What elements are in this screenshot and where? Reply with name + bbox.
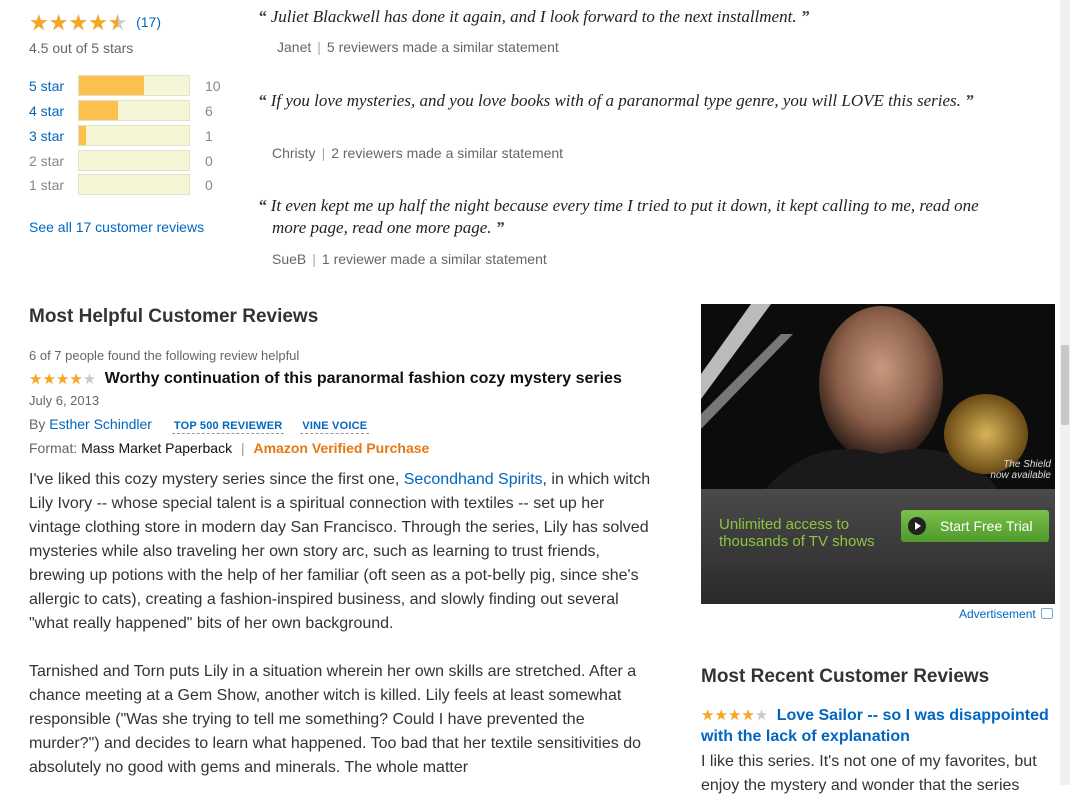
review-format-row: Format: Mass Market Paperback | Amazon V… [29,440,429,456]
similar-statement-link[interactable]: 5 reviewers made a similar statement [327,39,559,55]
histogram-row-4[interactable]: 4 star 6 [29,100,229,122]
review-quote: “ If you love mysteries, and you love bo… [258,90,1007,112]
review-rating-stars[interactable]: ★★★★★★★★★★ [29,372,96,387]
see-all-reviews-link[interactable]: See all 17 customer reviews [29,219,204,235]
quote-text: It even kept me up half the night becaus… [270,196,979,237]
ad-show-caption: The Shield now available [990,459,1051,481]
helpful-vote-count: 6 of 7 people found the following review… [29,348,300,363]
close-quote-icon: ” [965,91,974,110]
review-paragraph: Tarnished and Torn puts Lily in a situat… [29,663,641,776]
top-reviewer-badge[interactable]: TOP 500 REVIEWER [171,419,285,434]
review-title-row: ★★★★★★★★★★ Worthy continuation of this p… [29,370,622,389]
start-free-trial-label: Start Free Trial [940,518,1033,534]
histogram-bar[interactable] [78,125,190,146]
review-quote: “ Juliet Blackwell has done it again, an… [258,6,998,28]
scrollbar-thumb[interactable] [1061,345,1069,425]
page-scrollbar[interactable] [1060,0,1070,785]
quote-meta: SueB | 1 reviewer made a similar statement [272,251,547,267]
rating-summary: ★★★★★★★★★★ (17) [29,12,161,35]
quote-meta: Janet | 5 reviewers made a similar stateme… [277,39,559,55]
review-date: July 6, 2013 [29,393,100,408]
quote-text: If you love mysteries, and you love book… [270,91,961,110]
close-quote-icon: ” [800,7,810,26]
advertisement-feedback-link[interactable]: Advertisement [959,607,1054,621]
histogram-row-3[interactable]: 3 star 1 [29,125,229,147]
histogram-fill [79,126,86,145]
ad-tagline: Unlimited access to thousands of TV show… [719,516,875,550]
review-author-row: By Esther Schindler TOP 500 REVIEWER VIN… [29,416,370,434]
histogram-label: 2 star [29,153,65,169]
histogram-label[interactable]: 3 star [29,128,64,144]
histogram-count: 6 [205,103,213,119]
review-title-link[interactable]: Worthy continuation of this paranormal f… [105,370,622,387]
quote-author: Christy [272,145,316,161]
ad-show-title: The Shield [1003,459,1051,470]
by-label: By [29,416,46,432]
histogram-count: 1 [205,128,213,144]
histogram-count: 10 [205,78,221,94]
histogram-count: 0 [205,153,213,169]
histogram-label[interactable]: 5 star [29,78,64,94]
review-text: , in which witch Lily Ivory -- whose spe… [29,471,651,632]
advertisement-label: Advertisement [959,607,1036,621]
review-count-link[interactable]: (17) [136,14,161,30]
histogram-label: 1 star [29,177,65,193]
histogram-bar [78,174,190,195]
open-quote-icon: “ [258,91,267,110]
histogram-bar [78,150,190,171]
format-label: Format: [29,440,78,456]
histogram-count: 0 [205,177,213,193]
format-value: Mass Market Paperback [81,440,233,456]
review-paragraph: I've liked this cozy mystery series sinc… [29,468,659,636]
histogram-bar[interactable] [78,75,190,96]
histogram-row-1: 1 star 0 [29,174,229,196]
open-quote-icon: “ [258,7,267,26]
open-quote-icon: “ [258,196,267,215]
histogram-label[interactable]: 4 star [29,103,64,119]
ad-show-availability: now available [990,470,1051,481]
feedback-bubble-icon [1041,608,1054,619]
histogram-row-5[interactable]: 5 star 10 [29,75,229,97]
histogram-bar[interactable] [78,100,190,121]
quote-text: Juliet Blackwell has done it again, and … [270,7,797,26]
recent-review-stars[interactable]: ★★★★★★★★★★ [701,708,768,723]
reviewer-name-link[interactable]: Esther Schindler [49,416,152,432]
quote-author: Janet [277,39,312,55]
quote-meta: Christy | 2 reviewers made a similar state… [272,145,564,161]
ad-artwork [701,304,1055,604]
recent-review-title-row: ★★★★★★★★★★ Love Sailor -- so I was disap… [701,705,1061,747]
review-body: I've liked this cozy mystery series sinc… [29,468,659,804]
close-quote-icon: ” [495,218,505,237]
rating-text: 4.5 out of 5 stars [29,40,134,56]
advertisement-banner[interactable]: The Shield now available Unlimited acces… [701,304,1055,604]
average-rating-stars[interactable]: ★★★★★★★★★★ [29,12,128,34]
most-helpful-heading: Most Helpful Customer Reviews [29,306,319,327]
histogram-row-2: 2 star 0 [29,150,229,172]
similar-statement-link[interactable]: 1 reviewer made a similar statement [322,251,547,267]
histogram-fill [79,76,144,95]
similar-statement-link[interactable]: 2 reviewers made a similar statement [331,145,563,161]
book-link[interactable]: Secondhand Spirits [404,471,543,488]
recent-review-snippet: I like this series. It's not one of my f… [701,753,1037,794]
play-icon [908,517,926,535]
most-recent-heading: Most Recent Customer Reviews [701,666,990,687]
separator: | [240,440,245,456]
review-quote: “ It even kept me up half the night beca… [258,195,1007,239]
vine-voice-badge[interactable]: VINE VOICE [300,419,370,434]
verified-purchase-badge: Amazon Verified Purchase [253,440,430,456]
start-free-trial-button[interactable]: Start Free Trial [901,510,1049,542]
review-text: I've liked this cozy mystery series sinc… [29,471,404,488]
quote-author: SueB [272,251,307,267]
histogram-fill [79,101,118,120]
